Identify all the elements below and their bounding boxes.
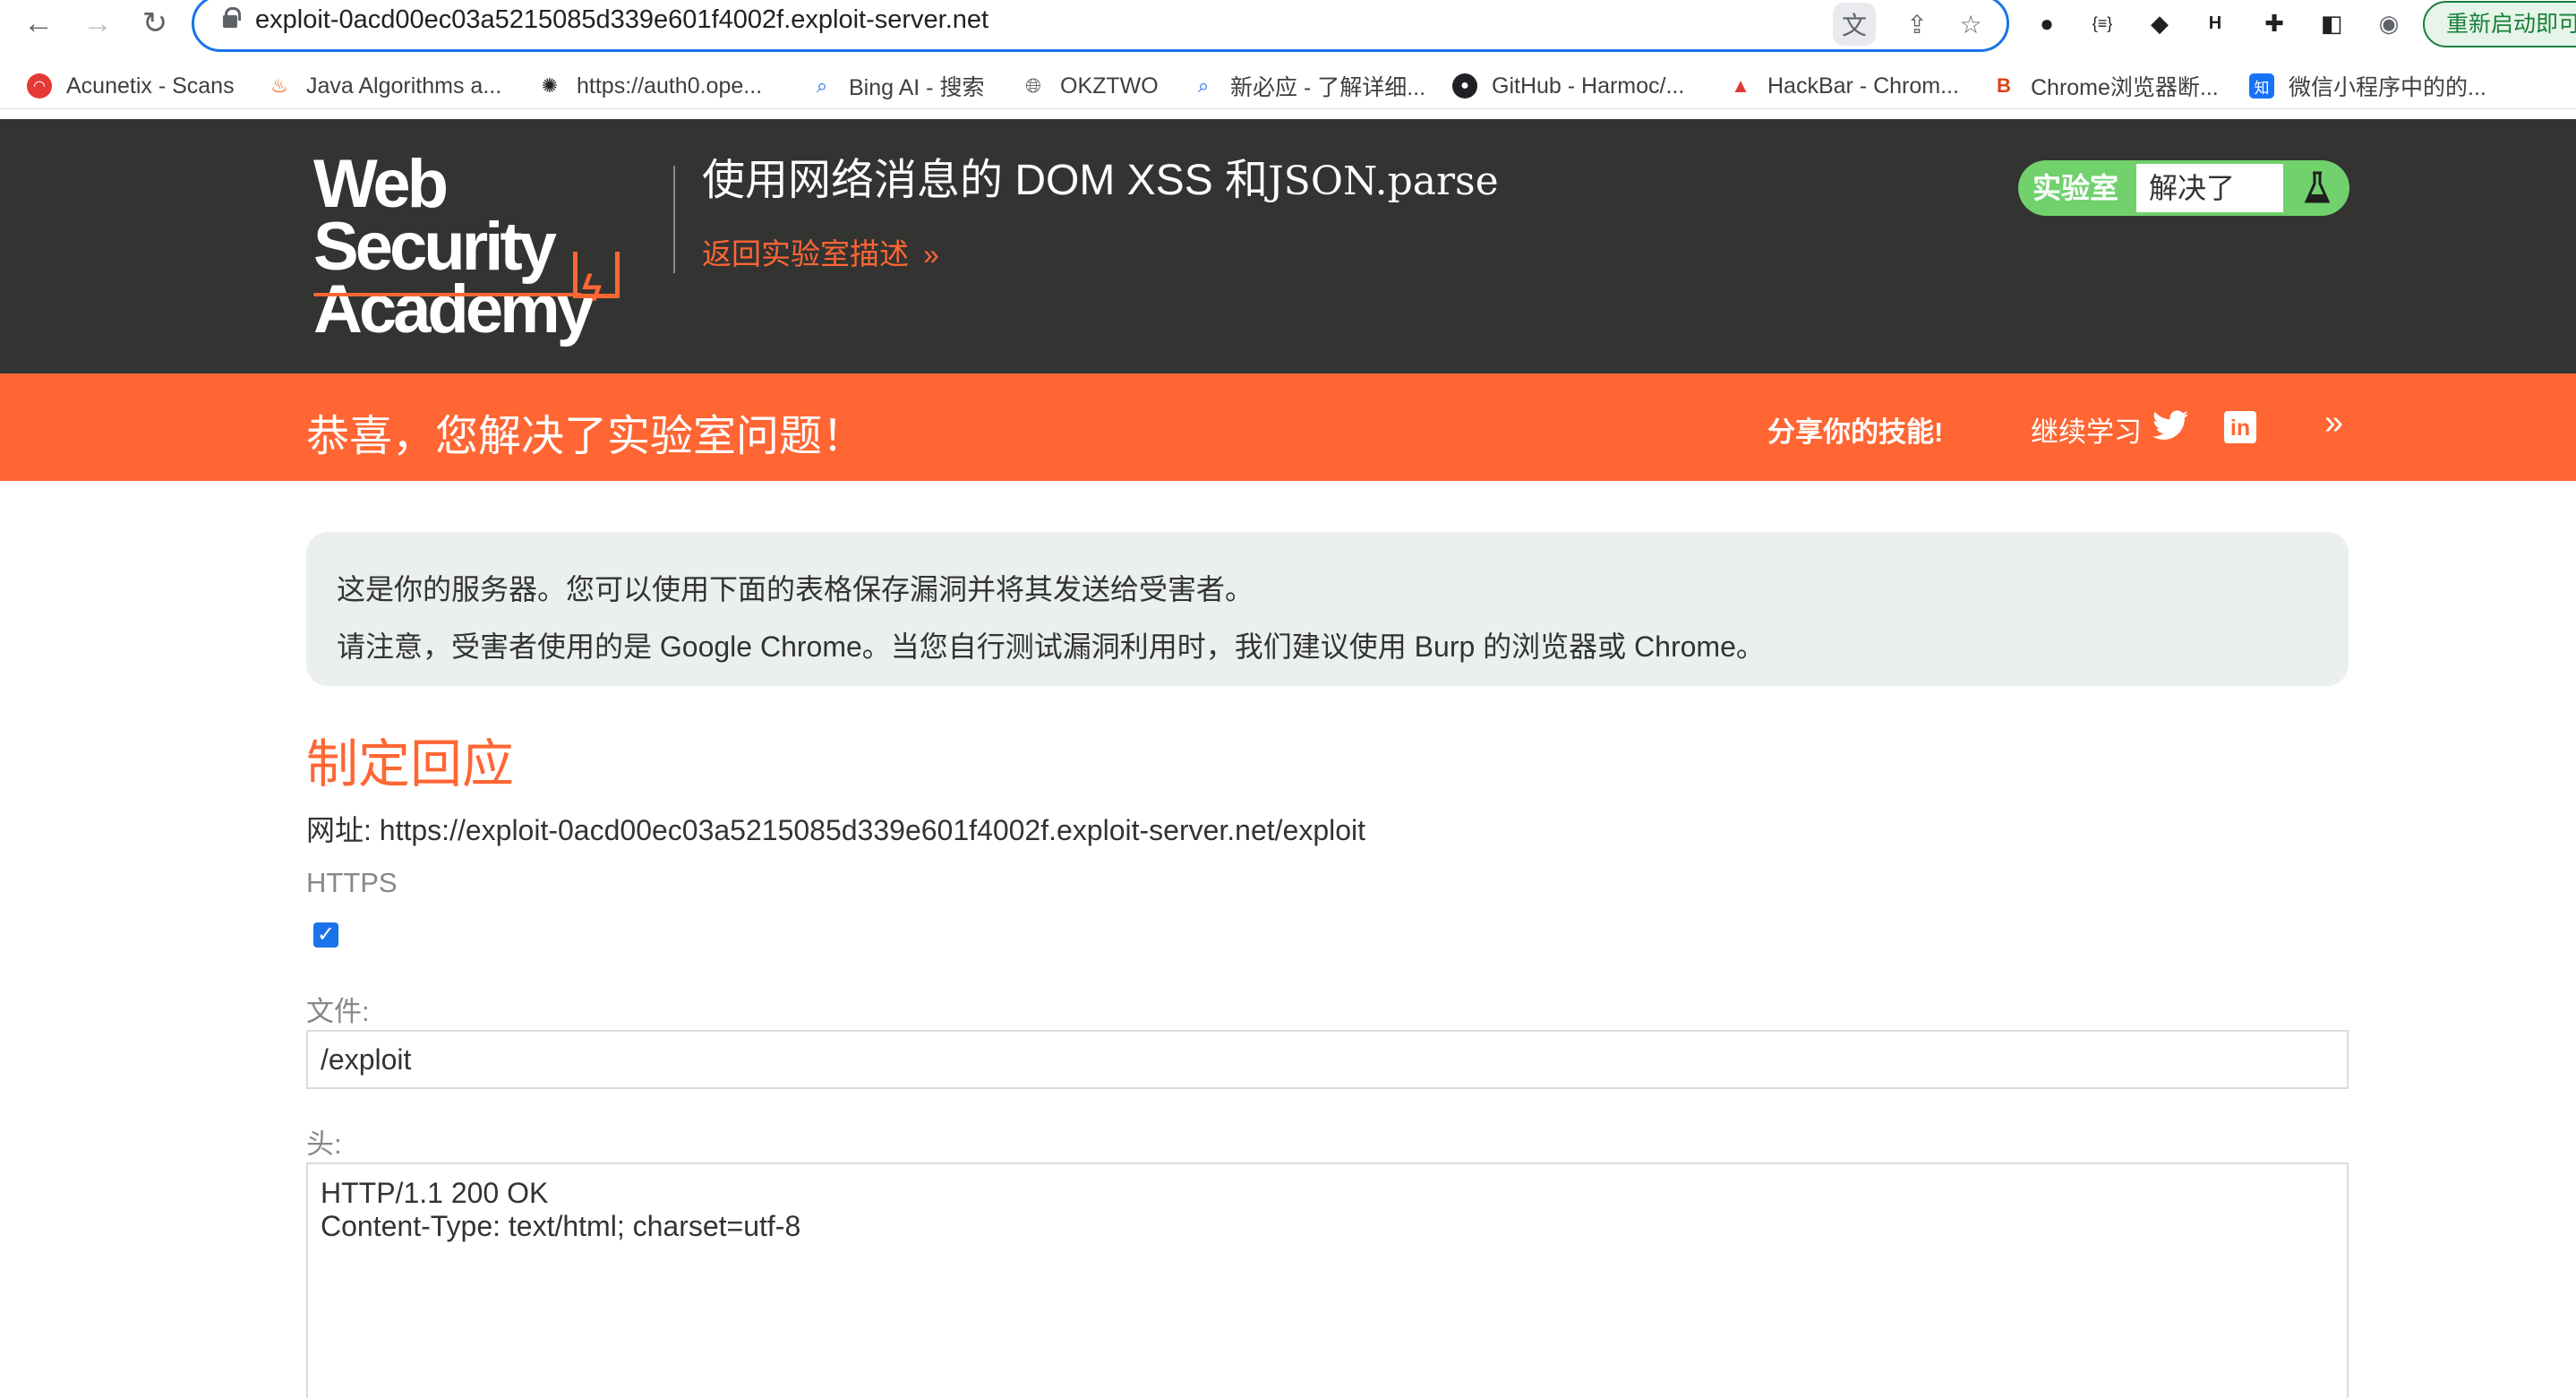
- lab-title-text: 使用网络消息的 DOM XSS 和: [702, 157, 1269, 204]
- address-bar[interactable]: exploit-0acd00ec03a5215085d339e601f4002f…: [192, 0, 2009, 52]
- info-text-line-2: 请注意，受害者使用的是 Google Chrome。当您自行测试漏洞利用时，我们…: [337, 630, 1765, 663]
- search-icon: ⌕: [1197, 74, 1210, 97]
- b-logo-icon: B: [1997, 74, 2011, 97]
- globe-icon: 🌐︎: [1025, 74, 1041, 97]
- forward-arrow-icon[interactable]: →: [77, 0, 118, 47]
- header-divider: [673, 166, 675, 273]
- exploit-url-label: 网址:: [306, 814, 372, 846]
- openai-icon: ✺: [541, 74, 559, 97]
- craft-response-heading: 制定回应: [306, 735, 515, 793]
- logo-underline: [313, 293, 582, 296]
- zhihu-icon: 知: [2249, 73, 2274, 99]
- congratulations-message: 恭喜，您解决了实验室问题！: [306, 413, 866, 460]
- bookmark-okztwo[interactable]: 🌐︎ OKZTWO: [1021, 66, 1159, 106]
- bookmark-java-algorithms[interactable]: ♨ Java Algorithms a...: [267, 66, 501, 106]
- lab-title: 使用网络消息的 DOM XSS 和JSON.parse: [702, 144, 1499, 207]
- file-label: 文件:: [306, 996, 370, 1027]
- lock-icon[interactable]: [223, 7, 241, 28]
- lab-header: Web Security Academy ϟ 使用网络消息的 DOM XSS 和…: [0, 119, 2576, 373]
- github-icon: ●: [1452, 73, 1477, 99]
- lab-status-label: 实验室: [2032, 172, 2118, 204]
- logo-lightning-icon: ϟ: [582, 267, 602, 309]
- solved-notification-bar: 恭喜，您解决了实验室问题！ 分享你的技能! 继续学习 in »: [0, 373, 2576, 481]
- bookmark-new-bing[interactable]: ⌕ 新必应 - 了解详细...: [1191, 66, 1425, 106]
- flask-icon: [2298, 167, 2337, 209]
- linkedin-icon[interactable]: in: [2224, 411, 2256, 443]
- reload-icon[interactable]: ↻: [134, 0, 175, 47]
- continue-learning-link[interactable]: 继续学习: [2031, 409, 2142, 450]
- bookmark-acunetix[interactable]: ◠ Acunetix - Scans: [27, 66, 235, 106]
- exploit-url-line: 网址: https://exploit-0acd00ec03a5215085d3…: [306, 808, 1365, 849]
- exploit-url-value: https://exploit-0acd00ec03a5215085d339e6…: [379, 814, 1366, 846]
- extension-hackbar-icon[interactable]: H: [2194, 2, 2237, 45]
- bookmark-hackbar[interactable]: ▲ HackBar - Chrom...: [1728, 66, 1959, 106]
- logo-line-1: Web Security: [313, 146, 557, 285]
- restart-button[interactable]: 重新启动即可: [2423, 1, 2576, 47]
- extension-diamond-icon[interactable]: ◆: [2138, 2, 2181, 45]
- twitter-icon[interactable]: [2152, 409, 2188, 442]
- response-head-textarea[interactable]: HTTP/1.1 200 OK Content-Type: text/html;…: [306, 1162, 2349, 1398]
- browser-toolbar: ← → ↻ exploit-0acd00ec03a5215085d339e601…: [0, 0, 2576, 52]
- server-info-box: 这是你的服务器。您可以使用下面的表格保存漏洞并将其发送给受害者。 请注意，受害者…: [306, 532, 2349, 686]
- bookmark-wechat-miniprogram[interactable]: 知微信小程序中的的...: [2249, 66, 2486, 106]
- side-panel-icon[interactable]: ◧: [2310, 2, 2353, 45]
- file-path-input[interactable]: /exploit: [306, 1030, 2349, 1089]
- chrome-store-icon: ▲: [1731, 74, 1750, 97]
- bookmark-star-icon[interactable]: ☆: [1949, 3, 1992, 46]
- back-to-lab-description-link[interactable]: 返回实验室描述 »: [702, 230, 939, 273]
- search-icon: ⌕: [816, 74, 828, 97]
- https-label: HTTPS: [306, 867, 398, 898]
- extension-circle-icon[interactable]: ●: [2025, 2, 2068, 45]
- info-text-line-1: 这是你的服务器。您可以使用下面的表格保存漏洞并将其发送给受害者。: [337, 573, 1254, 605]
- acunetix-icon: ◠: [27, 73, 52, 99]
- double-chevron-right-icon: »: [923, 238, 939, 270]
- web-security-academy-logo[interactable]: Web Security Academy ϟ: [313, 150, 672, 344]
- address-bar-url[interactable]: exploit-0acd00ec03a5215085d339e601f4002f…: [255, 5, 988, 35]
- extensions-puzzle-icon[interactable]: ✚: [2253, 2, 2296, 45]
- lab-status-value: 解决了: [2136, 164, 2283, 212]
- share-skills-text: 分享你的技能!: [1767, 416, 1944, 448]
- bookmarks-bar: ◠ Acunetix - Scans ♨ Java Algorithms a... …: [0, 64, 2576, 109]
- bookmark-github[interactable]: ● GitHub - Harmoc/...: [1452, 66, 1684, 106]
- extension-json-icon[interactable]: {≡}: [2081, 2, 2124, 45]
- back-arrow-icon[interactable]: ←: [18, 0, 59, 47]
- bookmark-auth0[interactable]: ✺ https://auth0.ope...: [537, 66, 762, 106]
- java-icon: ♨: [270, 74, 288, 97]
- translate-icon[interactable]: 文: [1833, 3, 1876, 46]
- double-chevron-right-icon[interactable]: »: [2324, 404, 2343, 442]
- share-icon[interactable]: ⇪: [1896, 3, 1938, 46]
- lab-status-widget: 实验室 解决了: [2018, 160, 2349, 216]
- back-link-label: 返回实验室描述: [702, 237, 909, 270]
- bookmark-bing-ai[interactable]: ⌕ Bing AI - 搜索: [809, 66, 985, 106]
- bookmark-chrome-debug[interactable]: B Chrome浏览器断...: [1991, 66, 2219, 106]
- lab-title-code: JSON.parse: [1268, 159, 1499, 204]
- https-checkbox[interactable]: ✓: [313, 922, 338, 948]
- head-label: 头:: [306, 1128, 342, 1160]
- profile-avatar-icon[interactable]: ◉: [2367, 2, 2410, 45]
